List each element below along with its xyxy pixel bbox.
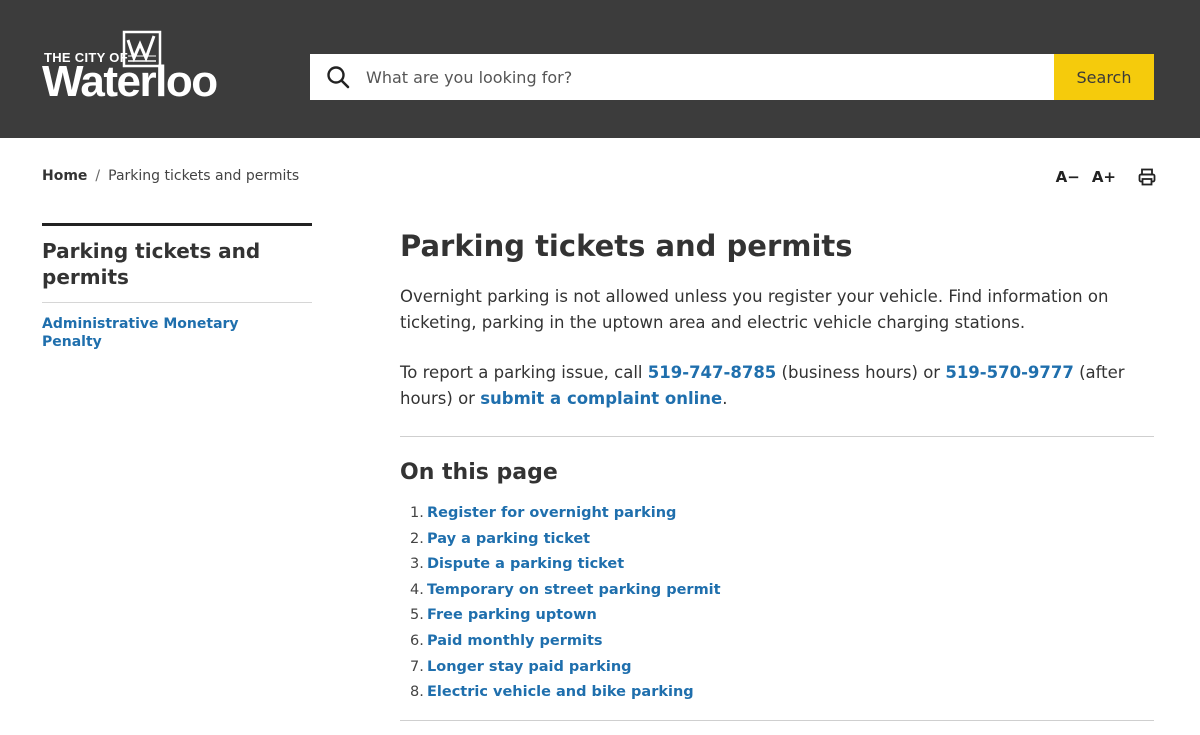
toc-link-pay-parking-ticket[interactable]: Pay a parking ticket — [427, 531, 590, 547]
toc-link-dispute-parking-ticket[interactable]: Dispute a parking ticket — [427, 556, 624, 572]
toc-link-register-overnight-parking[interactable]: Register for overnight parking — [427, 505, 676, 521]
toc-item: 3. Dispute a parking ticket — [410, 552, 1154, 578]
toc-link-longer-stay-paid-parking[interactable]: Longer stay paid parking — [427, 659, 632, 675]
search-bar: Search — [310, 54, 1154, 100]
toc-number: 6. — [410, 632, 424, 649]
toc-item: 1. Register for overnight parking — [410, 501, 1154, 527]
breadcrumb: Home / Parking tickets and permits — [42, 168, 299, 184]
page-tools: A− A+ — [1056, 166, 1156, 188]
page-title: Parking tickets and permits — [400, 229, 853, 263]
toc-item: 4. Temporary on street parking permit — [410, 578, 1154, 604]
content-divider-top — [400, 436, 1154, 437]
toc-link-temporary-street-parking-permit[interactable]: Temporary on street parking permit — [427, 582, 721, 598]
site-header: THE CITY OF Waterloo Search — [0, 0, 1200, 138]
report-text-1: To report a parking issue, call — [400, 363, 648, 382]
toc-link-paid-monthly-permits[interactable]: Paid monthly permits — [427, 633, 603, 649]
search-icon — [327, 66, 350, 89]
sidebar-nav: Parking tickets and permits Administrati… — [42, 223, 312, 351]
toc-number: 1. — [410, 505, 424, 521]
logo-big-text: Waterloo — [42, 57, 218, 106]
toc-number: 2. — [410, 530, 424, 547]
sidebar-divider — [42, 302, 312, 303]
search-input[interactable] — [366, 54, 1052, 100]
toc-number: 4. — [410, 581, 424, 598]
print-icon[interactable] — [1138, 168, 1156, 186]
toc-item: 5. Free parking uptown — [410, 603, 1154, 629]
breadcrumb-current: Parking tickets and permits — [108, 168, 300, 184]
decrease-text-size-button[interactable]: A− — [1056, 168, 1080, 186]
breadcrumb-separator: / — [95, 168, 101, 184]
toc-item: 2. Pay a parking ticket — [410, 527, 1154, 553]
toc-link-free-parking-uptown[interactable]: Free parking uptown — [427, 607, 597, 623]
breadcrumb-home-link[interactable]: Home — [42, 168, 87, 184]
report-text-2: (business hours) or — [776, 363, 946, 382]
submit-complaint-link[interactable]: submit a complaint online — [480, 389, 722, 408]
report-paragraph: To report a parking issue, call 519-747-… — [400, 360, 1154, 412]
toc-item: 6. Paid monthly permits — [410, 629, 1154, 655]
content-divider-bottom — [400, 719, 1154, 721]
sidebar-title: Parking tickets and permits — [42, 239, 261, 289]
increase-text-size-button[interactable]: A+ — [1092, 168, 1116, 186]
toc-item: 7. Longer stay paid parking — [410, 655, 1154, 681]
toc-number: 3. — [410, 556, 424, 573]
after-hours-phone-link[interactable]: 519-570-9777 — [945, 363, 1074, 382]
toc-number: 5. — [410, 607, 424, 624]
intro-paragraph: Overnight parking is not allowed unless … — [400, 287, 1109, 332]
toc-number: 7. — [410, 658, 424, 675]
on-this-page-list: 1. Register for overnight parking 2. Pay a… — [400, 501, 1154, 706]
business-hours-phone-link[interactable]: 519-747-8785 — [648, 363, 777, 382]
search-button[interactable]: Search — [1054, 54, 1154, 100]
toc-item: 8. Electric vehicle and bike parking — [410, 680, 1154, 706]
sidebar-link-administrative-monetary-penalty[interactable]: Administrative Monetary Penalty — [42, 315, 242, 351]
main-content: Parking tickets and permits Overnight pa… — [400, 228, 1154, 721]
report-text-4: . — [722, 389, 728, 408]
toc-number: 8. — [410, 684, 424, 701]
city-logo[interactable]: THE CITY OF Waterloo — [42, 30, 232, 106]
on-this-page-heading: On this page — [400, 460, 558, 485]
toc-link-electric-vehicle-bike-parking[interactable]: Electric vehicle and bike parking — [427, 684, 694, 700]
